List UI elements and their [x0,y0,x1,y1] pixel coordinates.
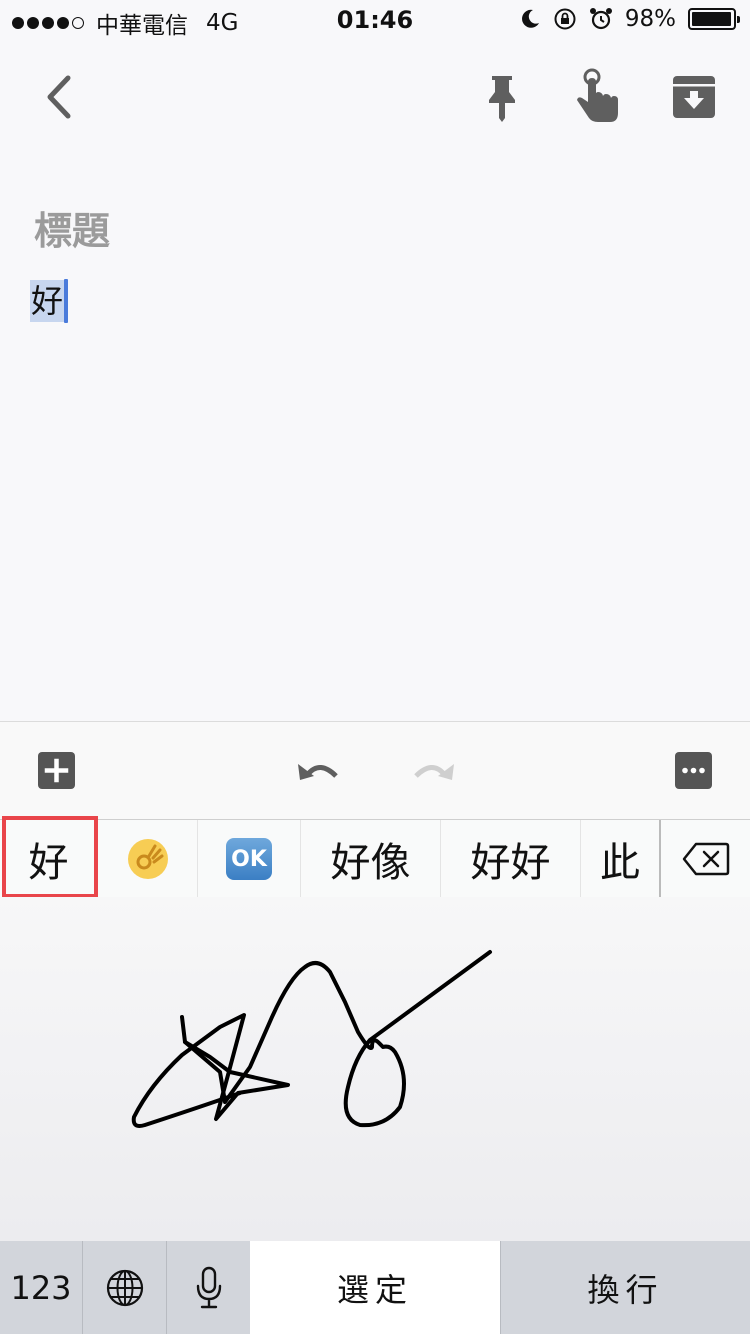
backspace-icon [682,842,730,876]
status-right: 98% [519,6,740,32]
candidate-ci[interactable]: 此 [581,820,661,898]
globe-icon [106,1269,144,1306]
note-title-placeholder[interactable]: 標題 [34,200,110,255]
candidate-hao[interactable]: 好 [0,820,98,898]
battery-percent: 98% [624,6,676,32]
battery-icon [688,8,740,30]
candidate-ok-button-emoji[interactable]: OK [198,820,301,898]
archive-icon [673,76,715,118]
add-button[interactable] [38,752,75,789]
back-button[interactable] [36,72,86,122]
ok-hand-icon [127,839,168,879]
handwriting-stroke [131,950,492,1128]
handwriting-input-area[interactable] [0,897,750,1241]
candidate-label: 好像 [330,840,411,886]
chevron-left-icon [47,75,71,119]
redo-icon [414,764,454,780]
note-body-selected-text: 好 [30,280,65,322]
add-box-icon [44,758,69,783]
delete-button[interactable] [662,820,750,898]
pin-button[interactable] [478,72,526,122]
text-caret [64,279,69,323]
return-key-label: 換行 [587,1270,664,1309]
moon-icon [521,9,539,28]
candidate-label: 此 [600,840,640,886]
microphone-icon [196,1266,222,1308]
status-bar: 中華電信 4G 01:46 98% [0,0,750,40]
candidate-bar: 好 OK 好像 好好 此 [0,816,750,898]
reminder-button[interactable] [572,68,624,124]
keyboard-bottom-row: 123 選定 換行 [0,1241,750,1334]
numbers-key-label: 123 [10,1268,72,1307]
candidate-hao-xiang[interactable]: 好像 [301,820,441,898]
editor-toolbar [0,721,750,819]
ok-button-icon: OK [226,838,272,880]
redo-button[interactable] [408,752,456,792]
select-key[interactable]: 選定 [250,1241,500,1334]
note-body-field[interactable]: 好 [30,279,69,323]
microphone-key[interactable] [168,1241,250,1334]
candidate-label: 好 [28,840,69,886]
alarm-icon [589,8,612,30]
pin-icon [489,76,515,122]
note-top-toolbar [0,60,750,140]
return-key[interactable]: 換行 [500,1241,750,1334]
undo-button[interactable] [296,752,344,792]
reminder-finger-icon [577,68,618,122]
battery-level [692,12,732,26]
candidate-hao-hao[interactable]: 好好 [441,820,581,898]
select-key-label: 選定 [336,1270,413,1309]
candidate-ok-hand-emoji[interactable] [98,820,198,898]
archive-button[interactable] [670,74,718,120]
candidate-label: 好好 [470,840,551,886]
globe-key[interactable] [84,1241,167,1334]
numbers-key[interactable]: 123 [0,1241,83,1334]
more-options-button[interactable] [675,752,712,789]
undo-icon [298,764,338,780]
more-icon [682,767,705,774]
rotation-lock-icon [554,8,576,30]
